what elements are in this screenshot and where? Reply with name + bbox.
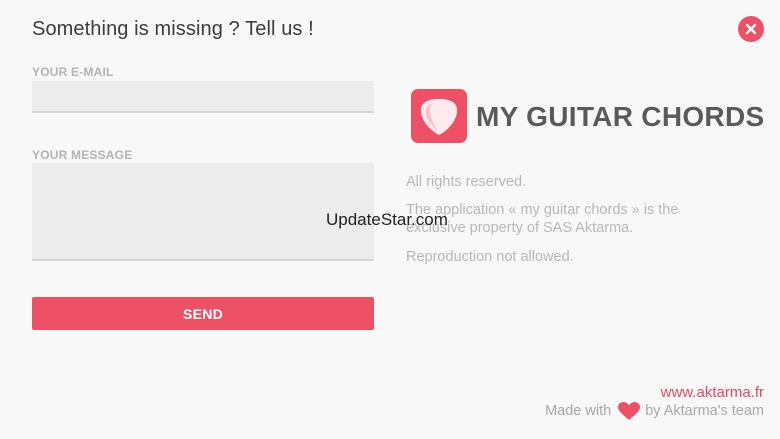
- email-field[interactable]: [32, 81, 374, 113]
- made-with-suffix: by Aktarma's team: [645, 403, 764, 419]
- watermark-text: UpdateStar.com: [326, 210, 448, 229]
- email-label: YOUR E-MAIL: [32, 65, 114, 79]
- made-with-credit: Made with by Aktarma's team: [545, 401, 764, 421]
- guitar-pick-icon: [411, 89, 467, 143]
- property-text: The application « my guitar chords » is …: [406, 202, 679, 236]
- app-name: MY GUITAR CHORDS: [476, 101, 765, 132]
- message-label: YOUR MESSAGE: [32, 148, 133, 162]
- heart-icon: [618, 402, 641, 420]
- message-field[interactable]: [32, 163, 374, 261]
- close-button[interactable]: [738, 16, 764, 42]
- dialog-title: Something is missing ? Tell us !: [32, 18, 314, 40]
- send-button[interactable]: SEND: [32, 297, 374, 330]
- made-with-prefix: Made with: [545, 403, 612, 419]
- rights-text: All rights reserved.: [406, 174, 527, 190]
- reproduction-text: Reproduction not allowed.: [406, 249, 574, 265]
- close-icon: [745, 23, 757, 35]
- website-link[interactable]: www.aktarma.fr: [661, 384, 764, 401]
